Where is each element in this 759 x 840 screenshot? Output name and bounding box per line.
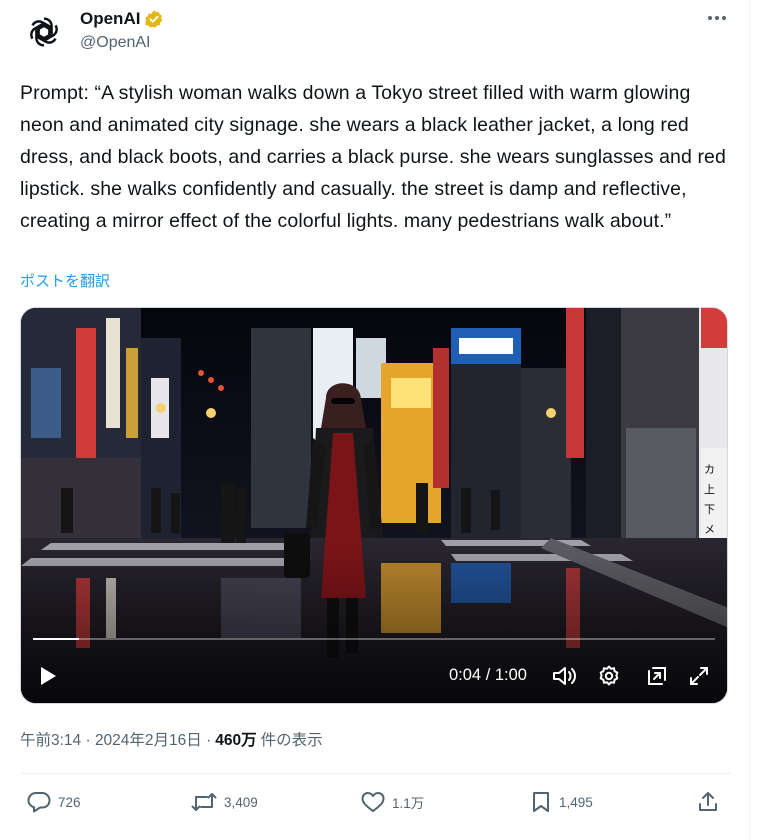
views-count: 460万	[215, 732, 257, 749]
author-handle[interactable]: @OpenAI	[80, 34, 151, 52]
video-progress-fill	[33, 638, 79, 640]
author-display-name[interactable]: OpenAI	[80, 9, 140, 29]
settings-button[interactable]	[594, 658, 624, 694]
share-icon	[699, 792, 717, 811]
timeline-border	[749, 0, 750, 840]
repost-icon	[191, 793, 217, 811]
volume-icon	[553, 667, 576, 685]
repost-count: 3,409	[224, 794, 258, 810]
share-button[interactable]	[696, 790, 720, 814]
post-timestamp[interactable]: 午前3:14 · 2024年2月16日 ·	[20, 728, 211, 750]
play-icon	[41, 667, 56, 685]
author-name-row[interactable]: OpenAI	[80, 9, 164, 29]
bookmark-count: 1,495	[559, 794, 593, 810]
translate-post-link[interactable]: ポストを翻訳	[20, 270, 110, 291]
gear-icon	[599, 665, 619, 686]
like-button[interactable]: 1.1万	[360, 790, 424, 814]
reply-count: 726	[58, 794, 81, 810]
bookmark-icon	[533, 792, 549, 812]
openai-logo-icon	[27, 17, 61, 47]
divider	[20, 773, 732, 774]
heart-icon	[361, 792, 385, 812]
post-meta: 午前3:14 · 2024年2月16日 · 460万 件の表示	[20, 728, 323, 750]
verified-badge-icon[interactable]	[144, 9, 164, 29]
reply-icon	[27, 792, 51, 813]
picture-in-picture-icon	[648, 667, 666, 685]
mute-button[interactable]	[549, 658, 579, 694]
video-frame: カ 上 下 メ	[21, 308, 727, 703]
video-progress-bar[interactable]	[33, 638, 715, 640]
like-count: 1.1万	[392, 796, 425, 811]
more-options-button[interactable]	[702, 6, 732, 30]
bookmark-button[interactable]: 1,495	[529, 790, 593, 814]
fullscreen-icon	[690, 667, 708, 685]
repost-button[interactable]: 3,409	[190, 790, 258, 814]
play-button[interactable]	[33, 658, 63, 694]
video-time: 0:04 / 1:00	[449, 666, 527, 684]
video-player[interactable]: カ 上 下 メ	[20, 307, 728, 704]
picture-in-picture-button[interactable]	[642, 658, 672, 694]
reply-button[interactable]: 726	[26, 790, 81, 814]
fullscreen-button[interactable]	[684, 658, 714, 694]
views-label: 件の表示	[260, 732, 323, 749]
post-text: Prompt: “A stylish woman walks down a To…	[20, 82, 726, 232]
more-horizontal-icon	[708, 16, 726, 20]
author-avatar[interactable]	[20, 8, 68, 56]
